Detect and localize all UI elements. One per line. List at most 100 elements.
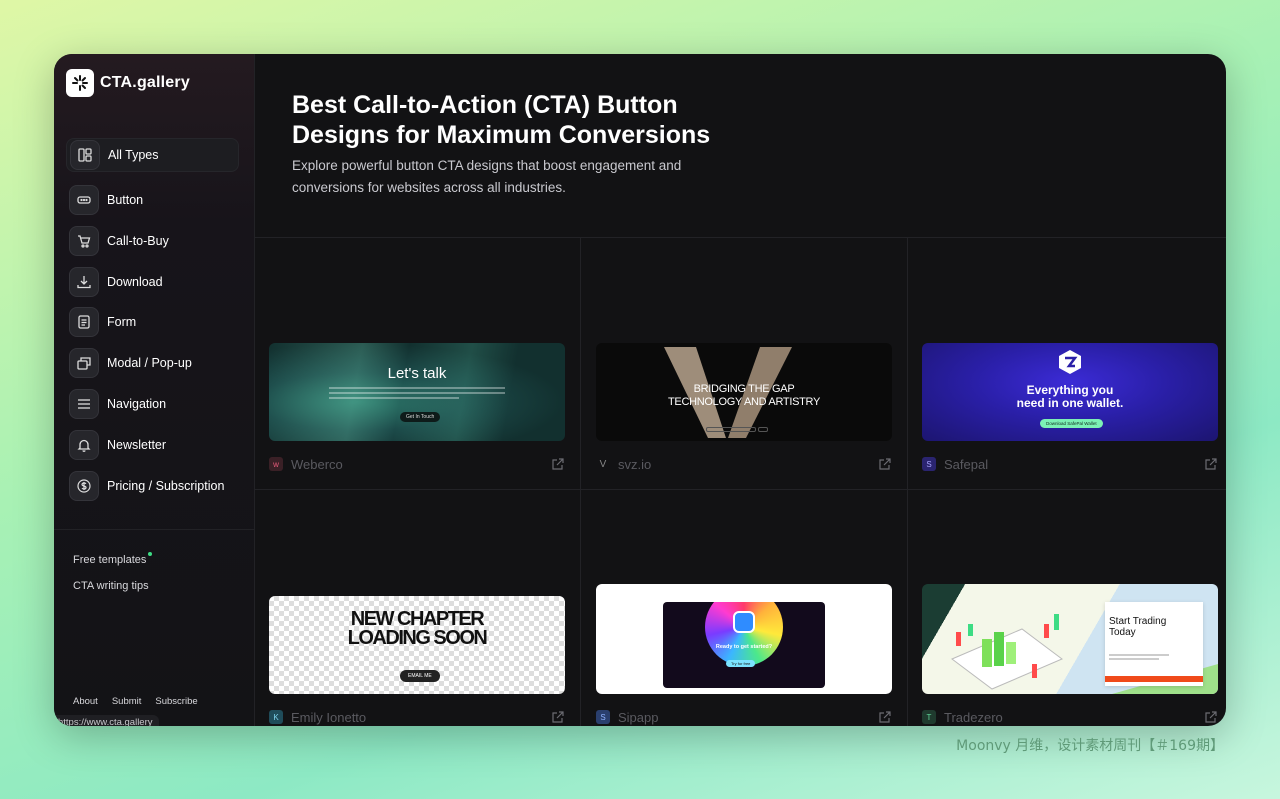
tradezero-favicon-icon: T bbox=[922, 710, 936, 724]
thumb-cta-button: EMAIL ME bbox=[400, 670, 440, 682]
card-thumbnail[interactable]: Everything you need in one wallet. Downl… bbox=[922, 343, 1218, 441]
external-link-icon[interactable] bbox=[551, 457, 565, 471]
free-templates-label: Free templates bbox=[73, 554, 147, 566]
modal-icon bbox=[69, 348, 99, 379]
thumb-heading: Ready to get started? bbox=[715, 644, 773, 650]
status-bar-url: https://www.cta.gallery bbox=[54, 715, 159, 726]
gallery-card[interactable]: Ready to get started? Try for free S Sip… bbox=[596, 584, 892, 725]
thumb-heading: Start Trading Today bbox=[1109, 616, 1167, 638]
sidebar-divider bbox=[54, 529, 254, 530]
gallery-card[interactable]: Start Trading Today T Tradezero bbox=[922, 584, 1218, 725]
svz-favicon-icon: V bbox=[599, 458, 607, 470]
gallery-card[interactable]: Let's talk Get In Touch w Weberco bbox=[269, 343, 565, 472]
external-link-icon[interactable] bbox=[1204, 457, 1218, 471]
card-meta: T Tradezero bbox=[922, 709, 1218, 725]
sidebar-item-download[interactable]: Download bbox=[66, 265, 239, 299]
thumb-heading: Let's talk bbox=[387, 365, 447, 382]
emily-favicon-icon: K bbox=[269, 710, 283, 724]
thumb-dark-panel: Ready to get started? Try for free bbox=[663, 602, 825, 688]
card-name: Weberco bbox=[291, 456, 343, 472]
card-thumbnail[interactable]: Ready to get started? Try for free bbox=[596, 584, 892, 694]
thumb-cta-button: Download SafePal Wallet bbox=[1040, 419, 1103, 428]
about-link[interactable]: About bbox=[73, 696, 98, 707]
sidebar-item-navigation[interactable]: Navigation bbox=[66, 387, 239, 421]
external-link-icon[interactable] bbox=[878, 710, 892, 724]
sidebar-links: Free templates CTA writing tips bbox=[73, 552, 153, 606]
thumb-cta-button bbox=[706, 427, 756, 432]
sidebar-item-label: All Types bbox=[108, 148, 159, 162]
app-icon bbox=[733, 611, 755, 633]
thumb-heading: NEW CHAPTER LOADING SOON bbox=[347, 608, 488, 649]
free-templates-link[interactable]: Free templates bbox=[73, 552, 153, 566]
thumb-heading: Everything you need in one wallet. bbox=[1016, 383, 1124, 410]
sidebar-item-newsletter[interactable]: Newsletter bbox=[66, 428, 239, 462]
thumb-text-line bbox=[329, 397, 459, 399]
category-nav: All Types Button Call-to-Buy Download Fo… bbox=[66, 138, 239, 509]
logo[interactable]: CTA.gallery bbox=[66, 69, 190, 97]
sidebar-item-label: Navigation bbox=[107, 396, 167, 411]
dollar-icon bbox=[69, 470, 99, 501]
safepal-favicon-icon: S bbox=[922, 457, 936, 471]
bell-icon bbox=[69, 429, 99, 460]
sidebar-item-button[interactable]: Button bbox=[66, 183, 239, 217]
menu-icon bbox=[69, 388, 99, 419]
card-name: Emily Ionetto bbox=[291, 709, 367, 725]
thumb-heading: BRIDGING THE GAP TECHNOLOGY AND ARTISTRY bbox=[667, 383, 821, 408]
safepal-logo-icon bbox=[1059, 350, 1081, 374]
gallery-card[interactable]: NEW CHAPTER LOADING SOON EMAIL ME K Emil… bbox=[269, 596, 565, 725]
thumb-cta-button: Try for free bbox=[726, 660, 756, 667]
card-name: Tradezero bbox=[944, 709, 1003, 725]
thumb-text-line bbox=[1109, 654, 1169, 656]
sidebar-item-label: Button bbox=[107, 193, 144, 207]
sidebar-item-all-types[interactable]: All Types bbox=[66, 138, 239, 172]
card-meta: S Sipapp bbox=[596, 709, 892, 725]
thumb-text-line bbox=[1109, 658, 1159, 660]
card-thumbnail[interactable]: NEW CHAPTER LOADING SOON EMAIL ME bbox=[269, 596, 565, 694]
sidebar-item-label: Modal / Pop-up bbox=[107, 356, 192, 371]
card-thumbnail[interactable]: BRIDGING THE GAP TECHNOLOGY AND ARTISTRY bbox=[596, 343, 892, 441]
grid-divider bbox=[907, 237, 908, 726]
sidebar-item-form[interactable]: Form bbox=[66, 305, 239, 339]
gallery-card[interactable]: BRIDGING THE GAP TECHNOLOGY AND ARTISTRY… bbox=[596, 343, 892, 472]
sidebar-item-label: Download bbox=[107, 274, 163, 289]
sidebar-item-label: Newsletter bbox=[107, 437, 167, 452]
button-icon bbox=[69, 185, 99, 215]
sidebar-item-label: Pricing / Subscription bbox=[107, 478, 225, 493]
form-icon bbox=[69, 307, 99, 338]
card-name: Sipapp bbox=[618, 709, 659, 725]
new-indicator-dot bbox=[148, 552, 153, 556]
cart-icon bbox=[69, 225, 99, 256]
logo-icon bbox=[66, 69, 94, 97]
sidebar: CTA.gallery All Types Button Call-to-Buy bbox=[54, 54, 255, 726]
main-content: Best Call-to-Action (CTA) Button Designs… bbox=[255, 54, 1226, 726]
watermark-caption: Moonvy 月维，设计素材周刊【＃169期】 bbox=[956, 738, 1224, 754]
sidebar-item-call-to-buy[interactable]: Call-to-Buy bbox=[66, 224, 239, 258]
cta-writing-tips-link[interactable]: CTA writing tips bbox=[73, 580, 149, 592]
card-thumbnail[interactable]: Let's talk Get In Touch bbox=[269, 343, 565, 441]
page-title: Best Call-to-Action (CTA) Button Designs… bbox=[292, 91, 711, 149]
thumb-text-line bbox=[329, 392, 505, 394]
card-thumbnail[interactable]: Start Trading Today bbox=[922, 584, 1218, 694]
sidebar-item-modal[interactable]: Modal / Pop-up bbox=[66, 346, 239, 380]
grid-divider bbox=[255, 237, 1226, 238]
sidebar-footer: About Submit Subscribe bbox=[73, 696, 198, 707]
thumb-cta-button: Get In Touch bbox=[400, 412, 441, 422]
thumb-text-line bbox=[329, 387, 505, 389]
sidebar-item-label: Form bbox=[107, 315, 137, 330]
external-link-icon[interactable] bbox=[878, 457, 892, 471]
card-name: svz.io bbox=[618, 456, 652, 472]
card-meta: V svz.io bbox=[596, 456, 892, 472]
download-icon bbox=[69, 266, 99, 297]
gallery-card[interactable]: Everything you need in one wallet. Downl… bbox=[922, 343, 1218, 472]
thumb-form-panel: Start Trading Today bbox=[1105, 602, 1203, 686]
app-name: CTA.gallery bbox=[100, 74, 190, 91]
subscribe-link[interactable]: Subscribe bbox=[155, 696, 197, 707]
grid-divider bbox=[255, 489, 1226, 490]
card-name: Safepal bbox=[944, 456, 989, 472]
external-link-icon[interactable] bbox=[551, 710, 565, 724]
thumb-cta-arrow bbox=[758, 427, 768, 432]
external-link-icon[interactable] bbox=[1204, 710, 1218, 724]
sidebar-item-pricing[interactable]: Pricing / Subscription bbox=[66, 469, 239, 503]
submit-link[interactable]: Submit bbox=[112, 696, 142, 707]
grid-divider bbox=[580, 237, 581, 726]
